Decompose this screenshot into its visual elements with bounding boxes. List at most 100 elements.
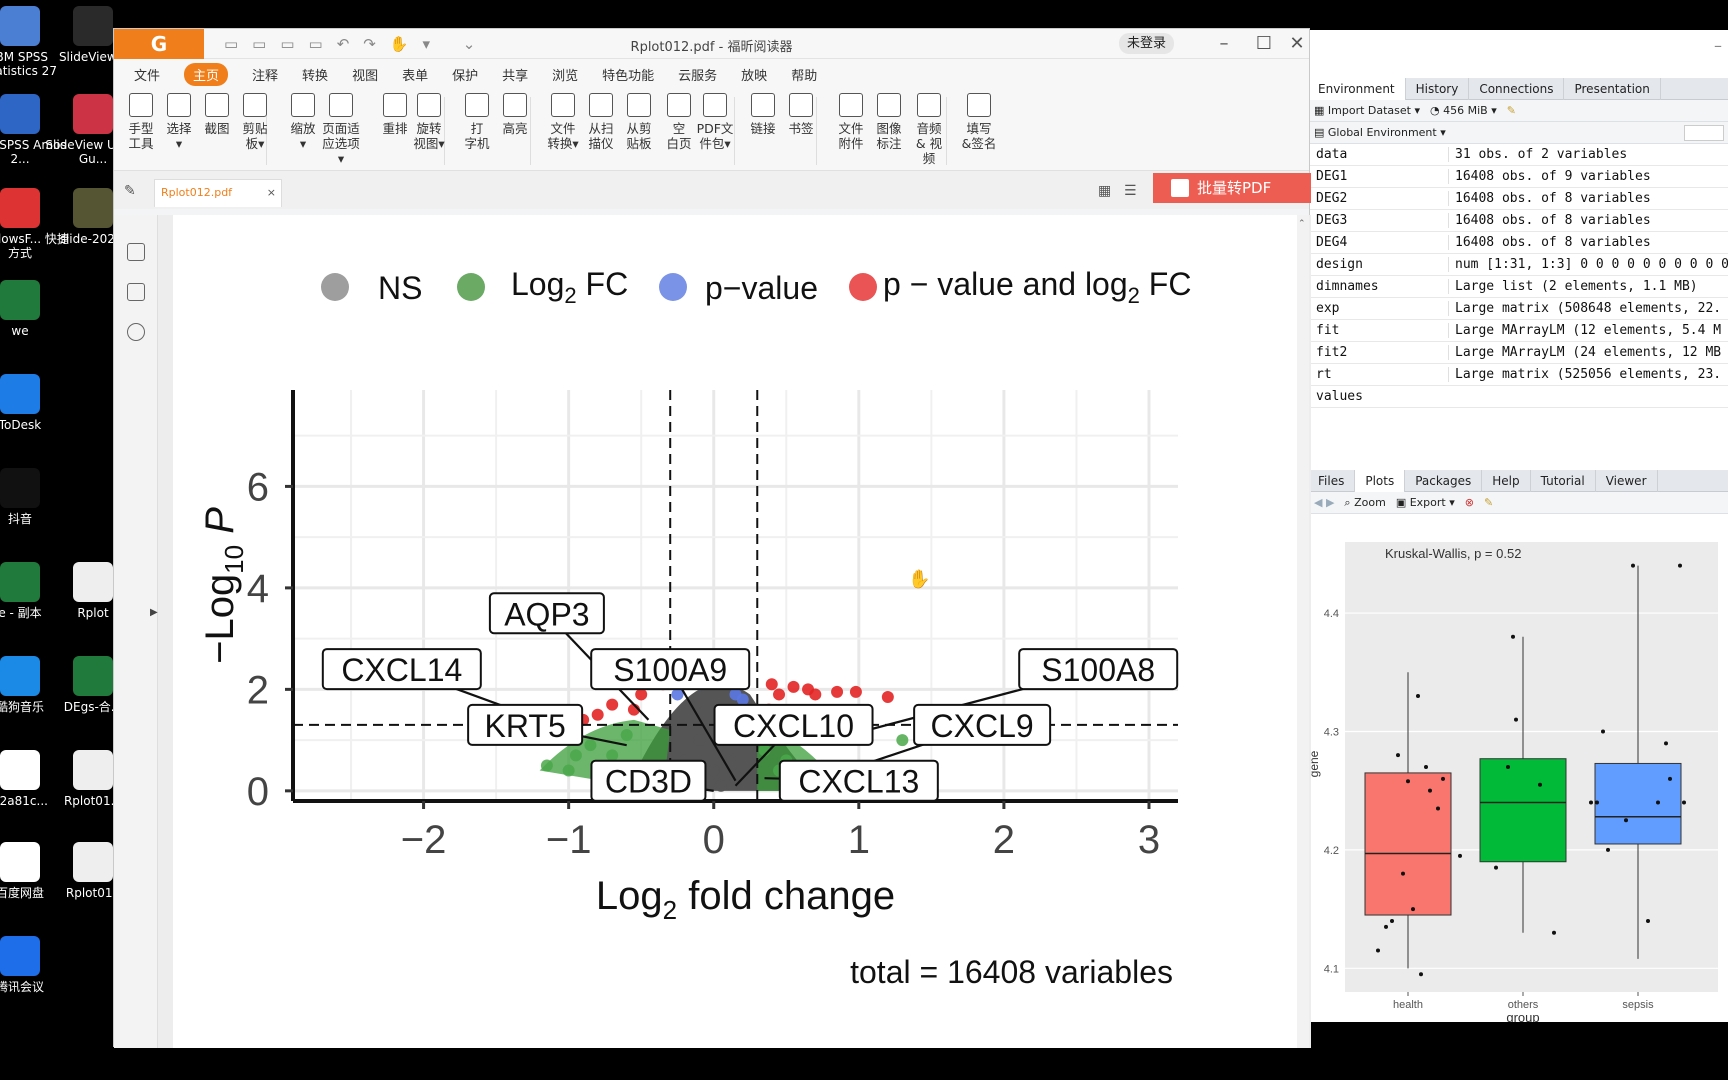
environment-row[interactable]: fit2 Large MArrayLM (24 elements, 12 MB xyxy=(1308,342,1728,364)
environment-search-input[interactable] xyxy=(1684,124,1724,141)
environment-row[interactable]: DEG4 16408 obs. of 8 variables xyxy=(1308,232,1728,254)
environment-row[interactable]: data 31 obs. of 2 variables xyxy=(1308,144,1728,166)
scroll-up-icon[interactable]: ⌃ xyxy=(1298,219,1306,229)
douyin-icon[interactable]: 抖音 xyxy=(0,468,70,526)
from-clipboard-button[interactable]: 从剪 贴板 xyxy=(620,93,658,151)
typewriter-button[interactable]: 打字机 xyxy=(458,93,496,151)
menu-12[interactable]: 帮助 xyxy=(791,65,817,84)
menu-6[interactable]: 保护 xyxy=(452,65,478,84)
menu-3[interactable]: 转换 xyxy=(302,65,328,84)
tab-tutorial[interactable]: Tutorial xyxy=(1531,469,1596,492)
maximize-button[interactable]: ☐ xyxy=(1244,31,1284,57)
zoom-button[interactable]: ⌕ Zoom xyxy=(1344,496,1385,510)
boxplot-box xyxy=(1364,772,1452,916)
minimize-icon[interactable]: – xyxy=(1714,36,1722,55)
boxplot-point xyxy=(1668,776,1672,781)
menu-4[interactable]: 视图 xyxy=(352,65,378,84)
legend-key xyxy=(849,273,877,301)
fill-sign-button[interactable]: 填写 &签名 xyxy=(960,93,998,151)
boxplot-point xyxy=(1589,800,1593,805)
comments-panel-icon[interactable] xyxy=(127,323,145,341)
tab-plots[interactable]: Plots xyxy=(1355,469,1406,492)
environment-row[interactable]: rt Large matrix (525056 elements, 23. xyxy=(1308,364,1728,386)
blank-page-button[interactable]: 空白页 xyxy=(660,93,698,151)
menu-9[interactable]: 特色功能 xyxy=(602,65,654,84)
boxplot-ytick: 4.1 xyxy=(1324,963,1339,975)
tencent-meeting-glyph xyxy=(0,936,40,976)
file-attachment-button[interactable]: 文件 附件 xyxy=(832,93,870,151)
global-environment-dropdown[interactable]: ▤ Global Environment ▾ xyxy=(1314,126,1446,139)
hand-tool-button[interactable]: 手型 工具 xyxy=(122,93,160,151)
environment-row[interactable]: dimnames Large list (2 elements, 1.1 MB) xyxy=(1308,276,1728,298)
close-button[interactable]: ✕ xyxy=(1284,31,1310,57)
menu-11[interactable]: 放映 xyxy=(741,65,767,84)
batch-convert-pdf-button[interactable]: 批量转PDF xyxy=(1153,173,1311,203)
tencent-meeting-icon[interactable]: 腾讯会议 xyxy=(0,936,70,994)
environment-row[interactable]: values xyxy=(1308,386,1728,408)
environment-row[interactable]: DEG1 16408 obs. of 9 variables xyxy=(1308,166,1728,188)
pencil-icon[interactable]: ✎ xyxy=(124,183,136,199)
tab-environment[interactable]: Environment xyxy=(1308,77,1406,100)
list-view-icon[interactable]: ☰ xyxy=(1124,183,1137,199)
screenshot-button[interactable]: 截图 xyxy=(198,93,236,136)
menu-2[interactable]: 注释 xyxy=(252,65,278,84)
clipboard-icon xyxy=(243,93,267,117)
todesk-icon[interactable]: ToDesk xyxy=(0,374,70,432)
desktop-icon-label: 百度网盘 xyxy=(0,886,44,900)
environment-row[interactable]: DEG2 16408 obs. of 8 variables xyxy=(1308,188,1728,210)
excel-we-icon[interactable]: we xyxy=(0,280,70,338)
document-tab[interactable]: Rplot012.pdf × xyxy=(154,179,282,207)
highlight-button[interactable]: 高亮 xyxy=(496,93,534,136)
tab-connections[interactable]: Connections xyxy=(1469,77,1565,100)
menu-0[interactable]: 文件 xyxy=(134,65,160,84)
boxplot-point xyxy=(1390,918,1394,923)
link-button[interactable]: 链接 xyxy=(744,93,782,136)
menu-5[interactable]: 表单 xyxy=(402,65,428,84)
vertical-scrollbar[interactable]: ⌃ xyxy=(1297,215,1309,1048)
tab-packages[interactable]: Packages xyxy=(1405,469,1483,492)
environment-row[interactable]: exp Large matrix (508648 elements, 22. xyxy=(1308,298,1728,320)
grid-view-icon[interactable]: ▦ xyxy=(1098,183,1111,199)
remove-plot-icon[interactable]: ⊗ xyxy=(1465,496,1474,509)
from-scanner-button[interactable]: 从扫 描仪 xyxy=(582,93,620,151)
environment-row[interactable]: fit Large MArrayLM (12 elements, 5.4 M xyxy=(1308,320,1728,342)
page-fit-button[interactable]: 页面适 应选项▾ xyxy=(322,93,360,166)
zoom-button[interactable]: 缩放 ▾ xyxy=(284,93,322,151)
menu-10[interactable]: 云服务 xyxy=(678,65,717,84)
variable-name: exp xyxy=(1316,301,1340,316)
menu-7[interactable]: 共享 xyxy=(502,65,528,84)
boxplot-point xyxy=(1646,918,1650,923)
audio-video-button[interactable]: 音频 & 视频 xyxy=(910,93,948,166)
import-dataset-button[interactable]: ▦ Import Dataset ▾ xyxy=(1314,104,1420,117)
broom-icon[interactable]: ✎ xyxy=(1507,104,1516,117)
file-convert-button[interactable]: 文件 转换▾ xyxy=(544,93,582,151)
environment-row[interactable]: DEG3 16408 obs. of 8 variables xyxy=(1308,210,1728,232)
reflow-button[interactable]: 重排 xyxy=(376,93,414,136)
legend-ns: NS xyxy=(378,270,422,306)
menu-1[interactable]: 主页 xyxy=(184,62,229,86)
tab-history[interactable]: History xyxy=(1406,77,1470,100)
image-annotation-button[interactable]: 图像 标注 xyxy=(870,93,908,151)
bookmark-button[interactable]: 书签 xyxy=(782,93,820,136)
environment-row[interactable]: design num [1:31, 1:3] 0 0 0 0 0 0 0 0 0 … xyxy=(1308,254,1728,276)
rotate-view-button[interactable]: 旋转 视图▾ xyxy=(410,93,448,151)
back-arrow-icon[interactable]: ◀ ▶ xyxy=(1314,496,1334,509)
select-button[interactable]: 选择 ▾ xyxy=(160,93,198,151)
broom-icon[interactable]: ✎ xyxy=(1484,496,1493,509)
pdf-package-button[interactable]: PDF文 件包▾ xyxy=(696,93,734,151)
clipboard-button[interactable]: 剪贴 板▾ xyxy=(236,93,274,151)
pages-panel-icon[interactable] xyxy=(127,283,145,301)
minimize-button[interactable]: – xyxy=(1204,31,1244,57)
memory-usage[interactable]: ◔ 456 MiB ▾ xyxy=(1430,104,1497,117)
close-tab-icon[interactable]: × xyxy=(267,180,276,206)
login-button[interactable]: 未登录 xyxy=(1119,33,1175,54)
file-convert-icon xyxy=(551,93,575,117)
tab-presentation[interactable]: Presentation xyxy=(1564,77,1661,100)
bookmark-panel-icon[interactable] xyxy=(127,243,145,261)
export-button[interactable]: ▣ Export ▾ xyxy=(1396,496,1455,509)
expand-panel-icon[interactable]: ▶ xyxy=(150,607,158,618)
tab-help[interactable]: Help xyxy=(1482,469,1531,492)
tab-files[interactable]: Files xyxy=(1308,469,1356,492)
tab-viewer[interactable]: Viewer xyxy=(1596,469,1658,492)
menu-8[interactable]: 浏览 xyxy=(552,65,578,84)
